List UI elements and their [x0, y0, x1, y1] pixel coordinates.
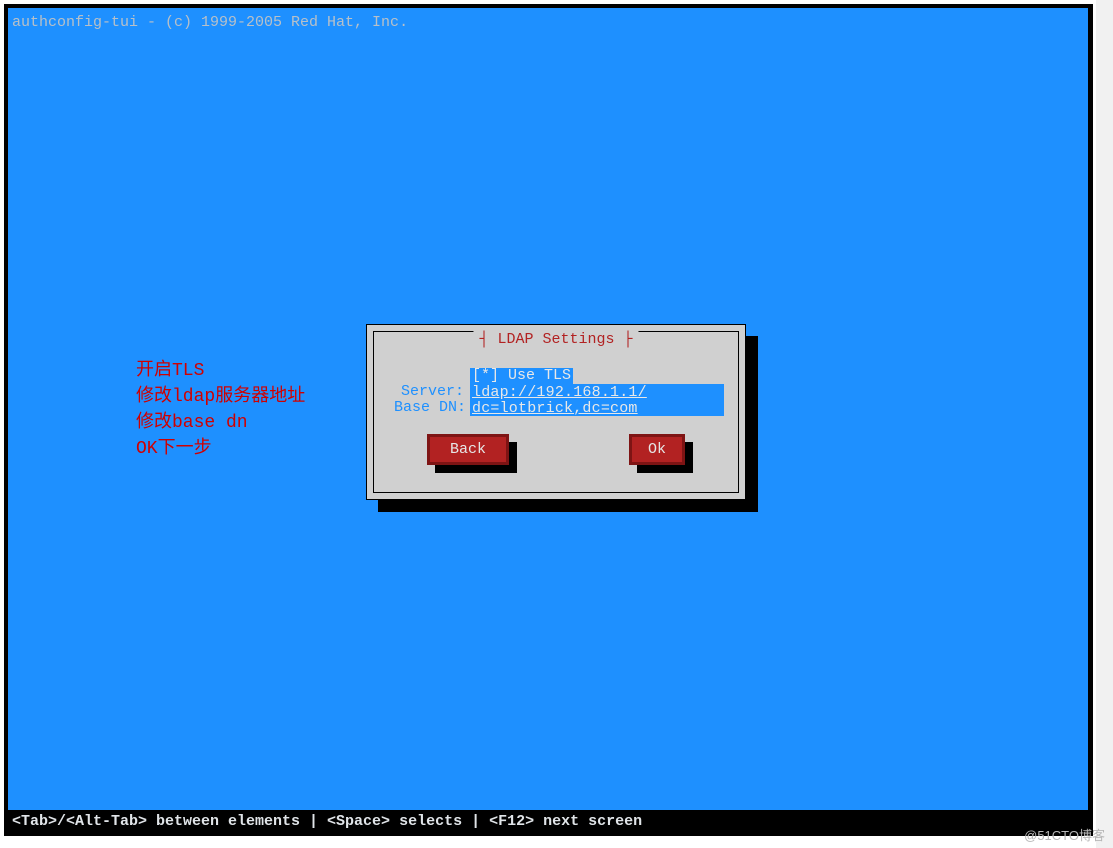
terminal-frame: authconfig-tui - (c) 1999-2005 Red Hat, … [4, 4, 1093, 836]
dialog-border: ┤ LDAP Settings ├ [*] Use TLS Server: Ba… [373, 331, 739, 493]
ldap-settings-dialog: ┤ LDAP Settings ├ [*] Use TLS Server: Ba… [366, 324, 746, 500]
dialog-button-row: Back Ok [374, 434, 738, 465]
server-label: Server: [394, 384, 470, 400]
watermark: @51CTO博客 [1024, 825, 1105, 844]
page-scrollbar-placeholder [1096, 0, 1113, 848]
footer-hints: <Tab>/<Alt-Tab> between elements | <Spac… [12, 813, 642, 830]
server-input[interactable] [470, 384, 724, 400]
annotation-line-2: 修改ldap服务器地址 [136, 384, 305, 410]
base-dn-input[interactable] [470, 400, 724, 416]
annotation-line-4: OK下一步 [136, 436, 305, 462]
dialog-title: ┤ LDAP Settings ├ [473, 331, 638, 348]
base-dn-label: Base DN: [394, 400, 470, 416]
tui-background: authconfig-tui - (c) 1999-2005 Red Hat, … [8, 8, 1088, 810]
use-tls-checkbox[interactable]: [*] Use TLS [470, 368, 573, 384]
back-button[interactable]: Back [427, 434, 509, 465]
annotation-line-3: 修改base dn [136, 410, 305, 436]
annotation-overlay: 开启TLS 修改ldap服务器地址 修改base dn OK下一步 [136, 358, 305, 462]
ok-button[interactable]: Ok [629, 434, 685, 465]
dialog-fields: [*] Use TLS Server: Base DN: [394, 368, 724, 416]
annotation-line-1: 开启TLS [136, 358, 305, 384]
app-title: authconfig-tui - (c) 1999-2005 Red Hat, … [12, 14, 408, 31]
